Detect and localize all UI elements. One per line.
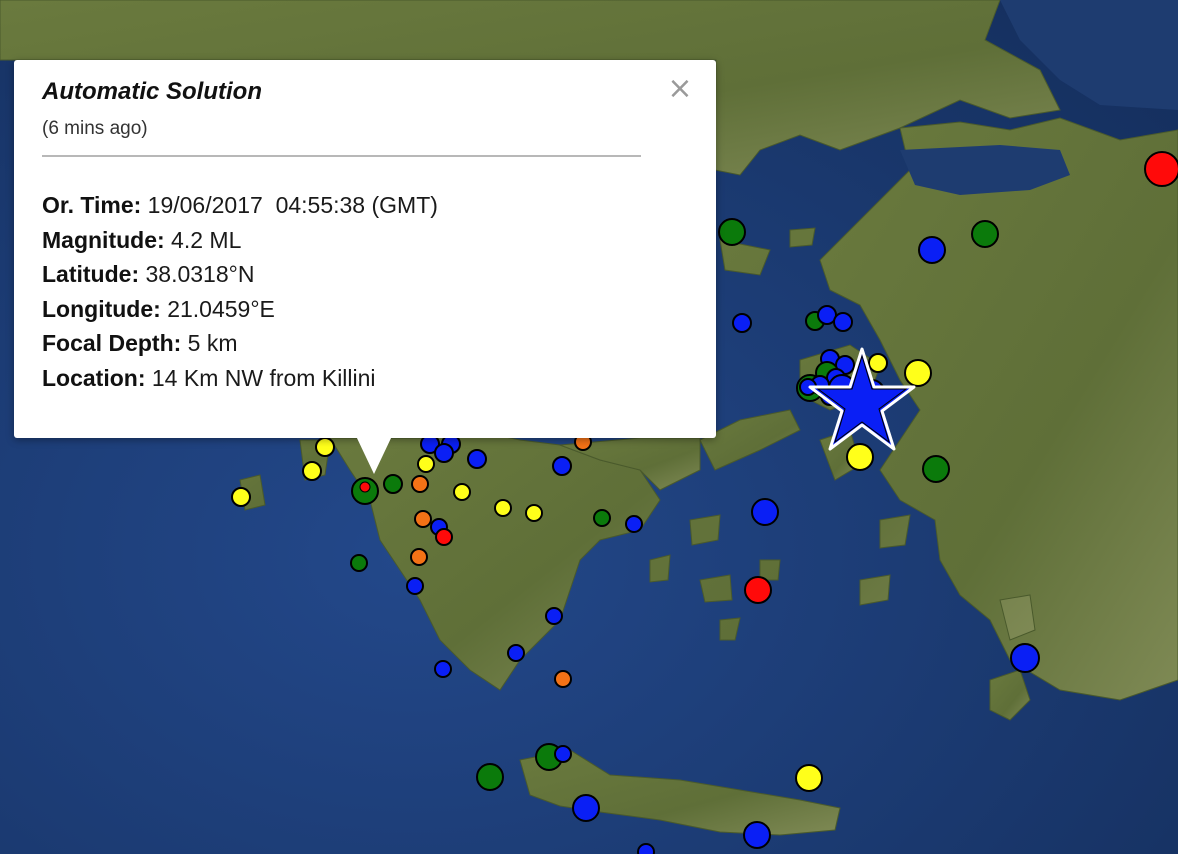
- event-marker-yellow[interactable]: [846, 443, 874, 471]
- event-marker-blue[interactable]: [554, 745, 572, 763]
- event-marker-blue[interactable]: [625, 515, 643, 533]
- event-marker-blue[interactable]: [507, 644, 525, 662]
- event-marker-blue[interactable]: [751, 498, 779, 526]
- event-marker-yellow[interactable]: [525, 504, 543, 522]
- event-marker-blue[interactable]: [434, 443, 454, 463]
- detail-longitude: Longitude: 21.0459°E: [42, 292, 438, 327]
- detail-value: 14 Km NW from Killini: [151, 364, 376, 391]
- detail-label: Longitude:: [42, 295, 161, 322]
- event-marker-yellow[interactable]: [231, 487, 251, 507]
- event-marker-yellow[interactable]: [904, 359, 932, 387]
- event-marker-orange[interactable]: [411, 475, 429, 493]
- event-marker-blue[interactable]: [743, 821, 771, 849]
- detail-latitude: Latitude: 38.0318°N: [42, 257, 438, 292]
- detail-magnitude: Magnitude: 4.2 ML: [42, 223, 438, 258]
- event-marker-orange[interactable]: [554, 670, 572, 688]
- event-marker-green[interactable]: [922, 455, 950, 483]
- detail-label: Latitude:: [42, 261, 140, 287]
- popup-pointer: [356, 436, 392, 474]
- event-marker-blue[interactable]: [918, 236, 946, 264]
- event-marker-yellow[interactable]: [453, 483, 471, 501]
- event-marker-yellow[interactable]: [868, 353, 888, 373]
- detail-location: Location: 14 Km NW from Killini: [42, 361, 438, 396]
- detail-origin-time: Or. Time: 19/06/2017 04:55:38 (GMT): [42, 188, 438, 223]
- detail-value: 21.0459°E: [167, 295, 275, 322]
- event-marker-red[interactable]: [435, 528, 453, 546]
- event-marker-green[interactable]: [971, 220, 999, 248]
- event-marker-blue[interactable]: [1010, 643, 1040, 673]
- detail-value: 4.2 ML: [171, 226, 242, 253]
- event-marker-blue[interactable]: [467, 449, 487, 469]
- event-marker-blue[interactable]: [833, 312, 853, 332]
- popup-title: Automatic Solution: [42, 78, 262, 105]
- event-marker-blue[interactable]: [552, 456, 572, 476]
- event-marker-green[interactable]: [350, 554, 368, 572]
- event-marker-green[interactable]: [476, 763, 504, 791]
- detail-focal-depth: Focal Depth: 5 km: [42, 326, 438, 361]
- detail-value: 38.0318°N: [145, 261, 255, 287]
- event-marker-green[interactable]: [383, 474, 403, 494]
- detail-value: 5 km: [187, 330, 238, 356]
- event-marker-yellow[interactable]: [417, 455, 435, 473]
- event-marker-red[interactable]: [359, 481, 371, 493]
- event-marker-yellow[interactable]: [795, 764, 823, 792]
- event-marker-blue[interactable]: [545, 607, 563, 625]
- event-marker-yellow[interactable]: [302, 461, 322, 481]
- close-icon[interactable]: ×: [666, 74, 694, 104]
- event-marker-blue[interactable]: [406, 577, 424, 595]
- event-marker-green[interactable]: [593, 509, 611, 527]
- detail-label: Or. Time:: [42, 192, 142, 218]
- event-info-popup: × Automatic Solution (6 mins ago) Or. Ti…: [14, 60, 716, 474]
- event-marker-blue[interactable]: [572, 794, 600, 822]
- event-marker-red[interactable]: [1144, 151, 1178, 187]
- popup-divider: [42, 155, 641, 157]
- event-marker-orange[interactable]: [410, 548, 428, 566]
- event-marker-blue[interactable]: [732, 313, 752, 333]
- event-details-list: Or. Time: 19/06/2017 04:55:38 (GMT) Magn…: [42, 188, 438, 395]
- popup-time-ago: (6 mins ago): [42, 118, 148, 139]
- detail-value: 19/06/2017 04:55:38 (GMT): [147, 192, 438, 218]
- detail-label: Location:: [42, 364, 146, 391]
- event-marker-orange[interactable]: [414, 510, 432, 528]
- event-marker-blue[interactable]: [434, 660, 452, 678]
- event-marker-red[interactable]: [744, 576, 772, 604]
- detail-label: Magnitude:: [42, 226, 165, 253]
- event-marker-yellow[interactable]: [315, 437, 335, 457]
- event-marker-green[interactable]: [718, 218, 746, 246]
- detail-label: Focal Depth:: [42, 330, 182, 356]
- event-marker-blue[interactable]: [637, 843, 655, 854]
- event-marker-yellow[interactable]: [494, 499, 512, 517]
